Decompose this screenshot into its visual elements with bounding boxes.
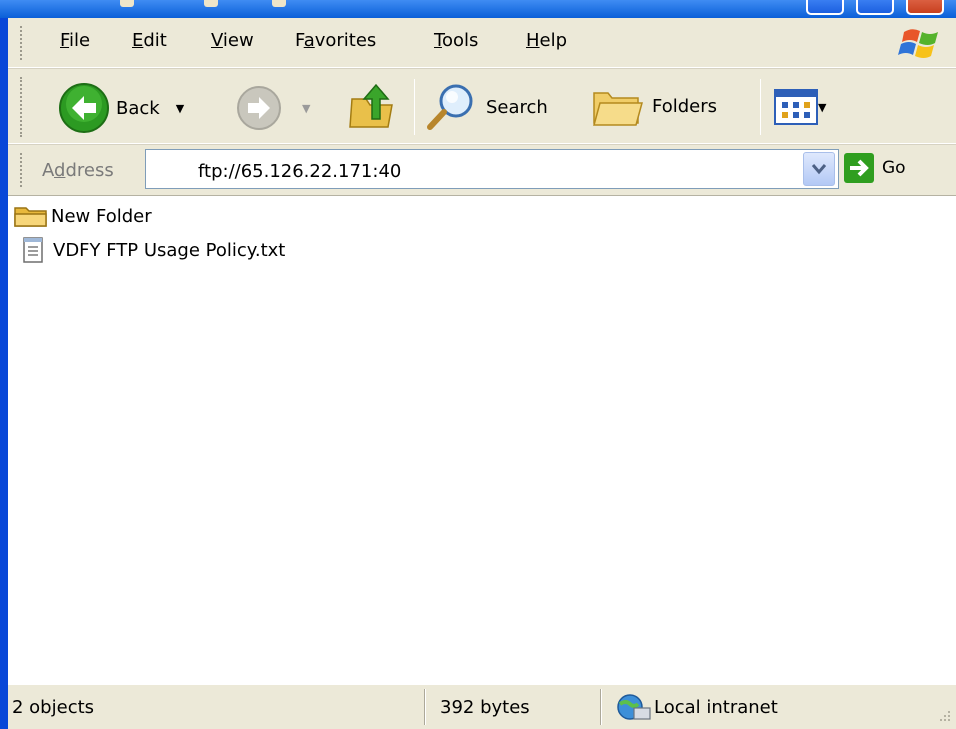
folders-button[interactable]: Folders (590, 83, 717, 129)
status-divider (424, 689, 426, 725)
forward-dropdown-arrow[interactable]: ▼ (302, 102, 310, 115)
search-button[interactable]: Search (424, 81, 548, 133)
back-button[interactable]: Back ▼ (58, 82, 184, 134)
menu-bar-grip[interactable] (20, 26, 23, 60)
status-bar: 2 objects 392 bytes Local intranet (8, 684, 956, 729)
menu-help[interactable]: Help (526, 30, 567, 51)
views-button[interactable]: ▼ (774, 89, 826, 125)
search-label: Search (486, 96, 548, 118)
folder-icon (14, 207, 47, 227)
back-label: Back (116, 97, 160, 119)
toolbar-separator (760, 79, 761, 135)
list-item[interactable]: VDFY FTP Usage Policy.txt (22, 236, 285, 264)
close-button[interactable] (906, 0, 944, 15)
folder-up-icon (349, 83, 393, 128)
status-zone: Local intranet (612, 688, 778, 726)
up-folder-button[interactable] (348, 81, 396, 133)
windows-logo-icon (898, 29, 938, 58)
views-dropdown-arrow[interactable]: ▼ (818, 101, 826, 114)
menu-bar: File Edit View Favorites Tools Help (8, 18, 956, 68)
title-bar (0, 0, 956, 18)
search-icon (427, 84, 473, 130)
address-value[interactable]: ftp://65.126.22.171:40 (198, 161, 401, 182)
address-label: Address (42, 160, 114, 181)
views-icon (774, 89, 818, 125)
file-list[interactable]: New Folder VDFY FTP Usage Policy.txt (8, 196, 956, 684)
go-button[interactable]: Go (844, 153, 906, 183)
menu-file[interactable]: File (60, 30, 90, 51)
forward-arrow-icon (237, 86, 281, 130)
folders-icon (593, 92, 643, 126)
status-object-count: 2 objects (12, 696, 95, 718)
go-arrow-icon (844, 153, 874, 183)
back-arrow-icon (59, 83, 109, 133)
menu-favorites[interactable]: Favorites (295, 30, 376, 51)
toolbar-grip[interactable] (20, 77, 23, 137)
title-bar-mark (272, 0, 286, 7)
resize-grip-icon[interactable] (934, 707, 952, 725)
list-item[interactable]: New Folder (14, 204, 152, 228)
title-bar-mark (204, 0, 218, 7)
text-file-icon (23, 237, 43, 263)
status-size: 392 bytes (440, 696, 530, 718)
status-zone-label: Local intranet (654, 696, 778, 718)
local-intranet-icon (617, 694, 651, 720)
forward-button[interactable]: ▼ (236, 85, 310, 131)
address-bar-grip[interactable] (20, 153, 23, 187)
menu-edit[interactable]: Edit (132, 30, 167, 51)
chevron-down-icon (811, 164, 827, 175)
status-divider (600, 689, 602, 725)
toolbar-separator (414, 79, 415, 135)
file-name: New Folder (51, 205, 152, 227)
window-frame-left (0, 18, 8, 729)
title-bar-mark (120, 0, 134, 7)
minimize-button[interactable] (806, 0, 844, 15)
address-bar: Address ftp://65.126.22.171:40 Go (8, 144, 956, 196)
file-name: VDFY FTP Usage Policy.txt (53, 239, 286, 261)
menu-view[interactable]: View (211, 30, 254, 51)
address-dropdown-button[interactable] (803, 152, 835, 186)
menu-tools[interactable]: Tools (434, 30, 478, 51)
go-label: Go (882, 158, 906, 178)
standard-toolbar: Back ▼ ▼ Search Folders ▼ (8, 68, 956, 144)
maximize-button[interactable] (856, 0, 894, 15)
back-dropdown-arrow[interactable]: ▼ (176, 102, 184, 115)
folders-label: Folders (652, 95, 718, 117)
